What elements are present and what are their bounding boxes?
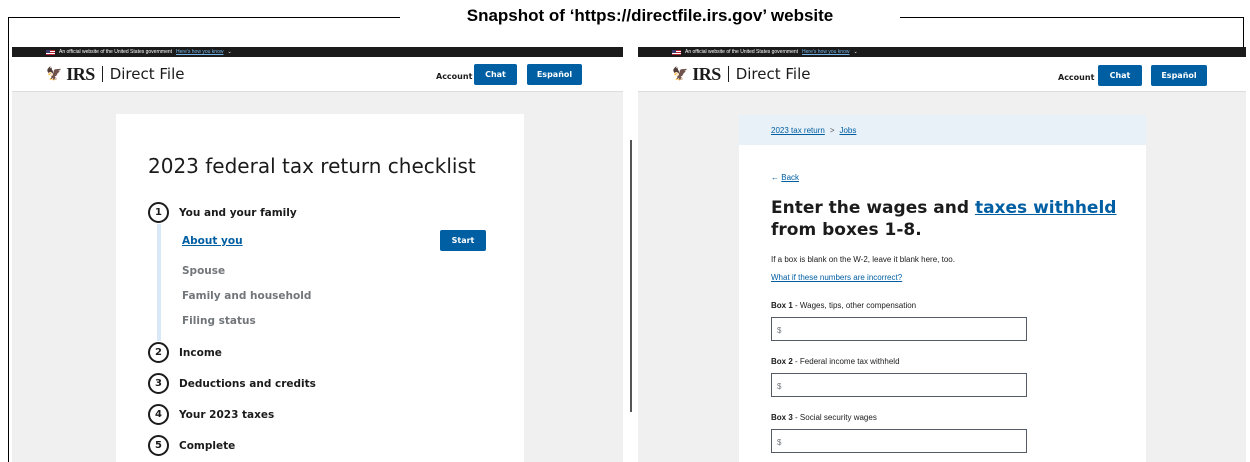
- sub-item-spouse: Spouse: [182, 265, 226, 277]
- gov-banner-link[interactable]: Here’s how you know: [176, 47, 223, 57]
- back-label: Back: [781, 173, 800, 182]
- sub-item-filing-status: Filing status: [182, 315, 256, 327]
- step-income: 2 Income: [148, 342, 222, 363]
- irs-eagle-icon: 🦅: [46, 66, 63, 82]
- box2-label: Box 2 - Federal income tax withheld: [771, 357, 900, 366]
- back-link[interactable]: ← Back: [771, 173, 799, 182]
- step-label: You and your family: [179, 206, 297, 219]
- gov-banner: An official website of the United States…: [12, 47, 623, 57]
- espanol-button[interactable]: Español: [527, 64, 582, 85]
- box-description: - Wages, tips, other compensation: [792, 301, 917, 310]
- page-title: 2023 federal tax return checklist: [148, 154, 476, 178]
- frame-top-left: [8, 17, 403, 18]
- taxes-withheld-link[interactable]: taxes withheld: [975, 198, 1117, 218]
- step-deductions-credits: 3 Deductions and credits: [148, 373, 316, 394]
- breadcrumb-separator: >: [829, 125, 835, 135]
- box-number: Box 3: [771, 413, 793, 422]
- us-flag-icon: [46, 49, 55, 55]
- step-label: Income: [179, 346, 222, 359]
- step-label: Deductions and credits: [179, 377, 316, 390]
- step-number: 3: [148, 373, 169, 394]
- chevron-down-icon: ⌄: [853, 49, 858, 55]
- checklist-card: 2023 federal tax return checklist 1 You …: [116, 114, 524, 462]
- irs-logo-text: IRS: [692, 63, 721, 84]
- us-flag-icon: [672, 49, 681, 55]
- irs-eagle-icon: 🦅: [672, 66, 689, 82]
- figure-title: Snapshot of ‘https://directfile.irs.gov’…: [400, 6, 900, 26]
- step-number: 1: [148, 202, 169, 223]
- breadcrumb: 2023 tax return > Jobs: [739, 115, 1146, 145]
- brand-separator: [101, 66, 103, 82]
- heading-pre: Enter the wages and: [771, 198, 970, 218]
- step-label: Complete: [179, 439, 236, 452]
- step-complete: 5 Complete: [148, 435, 235, 456]
- account-link[interactable]: Account: [436, 72, 472, 81]
- step-number: 4: [148, 404, 169, 425]
- frame-left: [8, 17, 9, 462]
- arrow-left-icon: ←: [771, 173, 779, 182]
- wages-form-card: 2023 tax return > Jobs ← Back Enter the …: [739, 115, 1146, 462]
- app-name: Direct File: [109, 65, 185, 83]
- app-name: Direct File: [735, 65, 811, 83]
- checklist-screenshot: An official website of the United States…: [12, 47, 623, 462]
- step-number: 5: [148, 435, 169, 456]
- breadcrumb-tax-return[interactable]: 2023 tax return: [771, 126, 825, 135]
- step-number: 2: [148, 342, 169, 363]
- sub-item-about-you[interactable]: About you: [182, 235, 243, 247]
- espanol-button[interactable]: Español: [1151, 65, 1207, 86]
- box3-ss-wages-input[interactable]: $: [771, 429, 1027, 453]
- box1-wages-input[interactable]: $: [771, 317, 1027, 341]
- brand-logo[interactable]: 🦅 IRS Direct File: [672, 64, 810, 85]
- breadcrumb-jobs[interactable]: Jobs: [839, 126, 856, 135]
- gov-banner-link[interactable]: Here’s how you know: [802, 47, 849, 57]
- box-description: - Federal income tax withheld: [792, 357, 900, 366]
- sub-item-family-household: Family and household: [182, 290, 312, 302]
- step-you-and-family: 1 You and your family: [148, 202, 297, 223]
- step-progress-line: [157, 224, 161, 341]
- box3-label: Box 3 - Social security wages: [771, 413, 877, 422]
- heading-bold: boxes 1-8.: [822, 220, 922, 240]
- start-button[interactable]: Start: [440, 230, 486, 251]
- page-heading: Enter the wages and taxes withheld from …: [771, 197, 1131, 241]
- gov-banner: An official website of the United States…: [638, 47, 1246, 57]
- box2-federal-tax-input[interactable]: $: [771, 373, 1027, 397]
- box-number: Box 2: [771, 357, 793, 366]
- account-link[interactable]: Account: [1058, 73, 1094, 82]
- gov-banner-text: An official website of the United States…: [685, 49, 799, 55]
- panel-divider: [630, 140, 632, 412]
- box1-label: Box 1 - Wages, tips, other compensation: [771, 301, 916, 310]
- box-number: Box 1: [771, 301, 793, 310]
- frame-top-right: [898, 17, 1244, 18]
- chat-button[interactable]: Chat: [1098, 65, 1142, 86]
- help-text: If a box is blank on the W-2, leave it b…: [771, 255, 955, 264]
- wages-form-screenshot: An official website of the United States…: [638, 47, 1246, 462]
- site-header: 🦅 IRS Direct File Account Chat Español: [12, 57, 623, 92]
- chevron-down-icon: ⌄: [227, 49, 232, 55]
- chat-button[interactable]: Chat: [474, 64, 517, 85]
- step-your-taxes: 4 Your 2023 taxes: [148, 404, 274, 425]
- brand-separator: [727, 66, 729, 82]
- box-description: - Social security wages: [792, 413, 877, 422]
- step-label: Your 2023 taxes: [179, 408, 275, 421]
- incorrect-numbers-link[interactable]: What if these numbers are incorrect?: [771, 273, 902, 282]
- gov-banner-text: An official website of the United States…: [59, 49, 173, 55]
- brand-logo[interactable]: 🦅 IRS Direct File: [46, 64, 184, 85]
- heading-post: from: [771, 220, 817, 240]
- site-header: 🦅 IRS Direct File Account Chat Español: [638, 57, 1246, 92]
- irs-logo-text: IRS: [66, 63, 95, 84]
